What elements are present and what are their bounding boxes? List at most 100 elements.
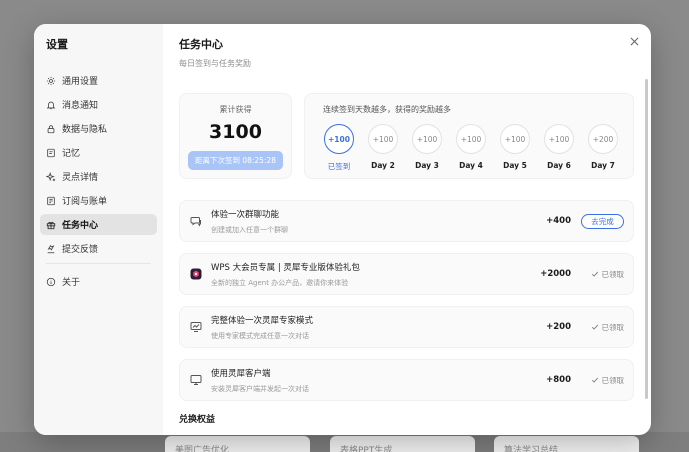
task-row: 使用灵犀客户端 安装灵犀客户端并发起一次对话 +800 已领取 [179,359,634,401]
sidebar-item-label: 通用设置 [62,77,99,87]
day-label: Day 7 [591,161,615,170]
claimed-status: 已领取 [581,375,624,386]
total-points-value: 3100 [209,121,262,143]
sidebar-item-points[interactable]: 灵点详情 [40,166,157,187]
streak-day-2[interactable]: +100 Day 2 [367,124,399,172]
task-description: 全新的独立 Agent 办公产品，邀请你来体验 [211,278,349,287]
streak-title: 连续签到天数越多，获得的奖励越多 [323,105,451,114]
sidebar-item-feedback[interactable]: 提交反馈 [40,238,157,259]
task-reward: +400 [546,216,571,226]
sidebar-item-label: 任务中心 [62,221,99,231]
chat-bubble-icon [190,217,201,227]
day-label: Day 4 [459,161,483,170]
gift-icon [46,221,56,229]
streak-day-3[interactable]: +100 Day 3 [411,124,443,172]
sidebar-item-privacy[interactable]: 数据与隐私 [40,118,157,139]
sidebar-item-memory[interactable]: 记忆 [40,142,157,163]
check-icon [591,377,598,383]
day-reward-circle: +100 [500,124,530,154]
day-reward-circle: +100 [324,124,354,154]
sidebar-item-task-center[interactable]: 任务中心 [40,214,157,235]
task-reward: +200 [546,322,571,332]
task-reward: +800 [546,375,571,385]
close-button[interactable] [627,34,641,48]
sidebar-item-label: 提交反馈 [62,245,99,255]
background-card: 美图广告优化 [165,436,310,452]
claimed-label: 已领取 [601,375,625,385]
task-center-panel: 任务中心 每日签到与任务奖励 累计获得 3100 距离下次签到 08:25:28… [163,24,651,435]
task-description: 使用专家模式完成任意一次对话 [211,331,309,340]
day-reward-circle: +100 [412,124,442,154]
checkin-countdown-button[interactable]: 距离下次签到 08:25:28 [187,151,284,170]
sidebar-item-label: 记忆 [62,149,81,159]
task-reward: +2000 [540,269,571,279]
claimed-label: 已领取 [601,269,625,279]
gear-icon [46,76,56,85]
sidebar-item-label: 数据与隐私 [62,125,108,135]
summary-row: 累计获得 3100 距离下次签到 08:25:28 连续签到天数越多，获得的奖励… [179,93,634,179]
page-title: 任务中心 [179,38,223,51]
task-title: 使用灵犀客户端 [211,368,271,379]
sidebar-title: 设置 [46,38,68,51]
sidebar-item-label: 消息通知 [62,101,99,111]
streak-day-7[interactable]: +200 Day 7 [587,124,619,172]
task-row: 完整体验一次灵犀专家模式 使用专家模式完成任意一次对话 +200 已领取 [179,306,634,348]
streak-day-5[interactable]: +100 Day 5 [499,124,531,172]
claimed-status: 已领取 [581,322,624,333]
feedback-icon [47,244,55,253]
background-card: 算法学习总结 [494,436,639,452]
streak-day-1[interactable]: +100 已签到 [323,124,355,172]
redeem-section-title: 兑换权益 [179,415,216,425]
check-icon [591,271,598,277]
day-label: 已签到 [327,162,351,171]
day-label: Day 5 [503,161,527,170]
streak-days: +100 已签到 +100 Day 2 +100 Day 3 +100 Day … [323,124,619,172]
day-reward-circle: +100 [456,124,486,154]
task-row: 体验一次群聊功能 创建或加入任意一个群聊 +400 去完成 [179,200,634,242]
sidebar-divider [46,263,151,264]
background-card: 表格PPT生成 [330,436,475,452]
wps-logo-icon [190,268,202,280]
claimed-status: 已领取 [581,269,624,280]
sidebar-item-general[interactable]: 通用设置 [40,70,157,91]
sidebar-item-label: 订阅与账单 [62,197,108,207]
day-label: Day 6 [547,161,571,170]
task-description: 安装灵犀客户端并发起一次对话 [211,384,309,393]
sidebar-item-label: 灵点详情 [62,173,99,183]
task-list: 体验一次群聊功能 创建或加入任意一个群聊 +400 去完成 WPS 大会员专属 … [179,200,634,401]
sparkle-icon [46,171,56,181]
close-icon [630,37,638,45]
chart-screen-icon [190,322,202,332]
settings-sidebar: 设置 通用设置 消息通知 数据与隐私 记忆 灵点详情 订阅与账单 任务中心 提交… [34,24,163,435]
task-title: WPS 大会员专属 | 灵犀专业版体验礼包 [211,262,360,273]
total-points-card: 累计获得 3100 距离下次签到 08:25:28 [179,93,292,179]
day-label: Day 3 [415,161,439,170]
sidebar-item-label: 关于 [62,278,81,288]
page-subtitle: 每日签到与任务奖励 [179,59,251,68]
monitor-icon [190,375,202,385]
checkin-streak-card: 连续签到天数越多，获得的奖励越多 +100 已签到 +100 Day 2 +10… [304,93,634,179]
scrollbar[interactable] [645,79,648,399]
streak-day-6[interactable]: +100 Day 6 [543,124,575,172]
streak-day-4[interactable]: +100 Day 4 [455,124,487,172]
task-description: 创建或加入任意一个群聊 [211,225,288,234]
sidebar-item-about[interactable]: 关于 [40,271,157,292]
lock-icon [47,124,55,133]
settings-modal: 设置 通用设置 消息通知 数据与隐私 记忆 灵点详情 订阅与账单 任务中心 提交… [34,24,651,435]
task-title: 完整体验一次灵犀专家模式 [211,315,314,326]
claimed-label: 已领取 [601,322,625,332]
day-label: Day 2 [371,161,395,170]
bell-icon [46,101,56,109]
receipt-icon [47,196,55,205]
memory-icon [47,148,55,157]
day-reward-circle: +100 [368,124,398,154]
go-complete-button[interactable]: 去完成 [581,213,624,229]
check-icon [591,324,598,330]
sidebar-item-notifications[interactable]: 消息通知 [40,94,157,115]
task-title: 体验一次群聊功能 [211,209,280,220]
day-reward-circle: +200 [588,124,618,154]
total-points-label: 累计获得 [219,105,252,114]
task-row: WPS 大会员专属 | 灵犀专业版体验礼包 全新的独立 Agent 办公产品，邀… [179,253,634,295]
sidebar-item-billing[interactable]: 订阅与账单 [40,190,157,211]
day-reward-circle: +100 [544,124,574,154]
